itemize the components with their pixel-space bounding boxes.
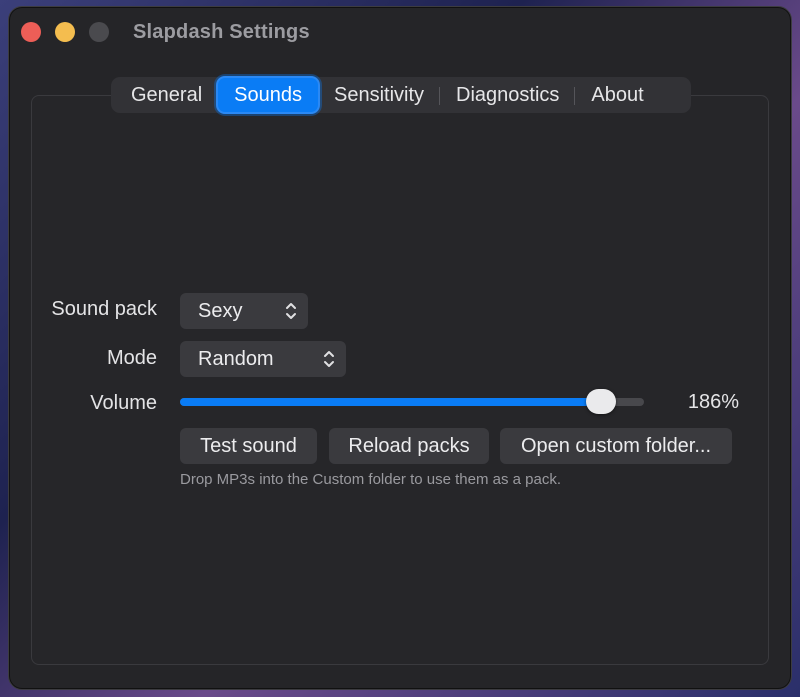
mode-label: Mode xyxy=(106,347,157,369)
mode-value: Random xyxy=(198,347,274,370)
volume-slider-knob[interactable] xyxy=(586,389,617,414)
tab-diagnostics[interactable]: Diagnostics xyxy=(440,78,576,112)
settings-panel xyxy=(31,95,769,665)
reload-packs-button[interactable]: Reload packs xyxy=(329,428,489,464)
window-title: Slapdash Settings xyxy=(133,21,310,43)
test-sound-button[interactable]: Test sound xyxy=(180,428,317,464)
hint-text: Drop MP3s into the Custom folder to use … xyxy=(180,471,562,488)
volume-slider[interactable] xyxy=(180,389,644,414)
volume-label: Volume xyxy=(90,392,157,414)
sound-pack-value: Sexy xyxy=(198,299,243,322)
chevron-up-down-icon xyxy=(286,303,296,319)
volume-slider-fill xyxy=(180,398,602,406)
tab-bar: General Sounds Sensitivity Diagnostics A… xyxy=(111,77,691,113)
mode-select[interactable]: Random xyxy=(180,341,346,377)
tab-sounds[interactable]: Sounds xyxy=(218,78,318,112)
chevron-up-down-icon xyxy=(324,351,334,367)
open-custom-folder-button[interactable]: Open custom folder... xyxy=(500,428,732,464)
settings-window: Slapdash Settings General Sounds Sensiti… xyxy=(8,6,792,690)
close-icon[interactable] xyxy=(21,22,41,42)
minimize-icon[interactable] xyxy=(55,22,75,42)
volume-value: 186% xyxy=(687,391,739,413)
sound-pack-label: Sound pack xyxy=(51,298,157,320)
tab-about[interactable]: About xyxy=(575,78,659,112)
zoom-icon[interactable] xyxy=(89,22,109,42)
tab-general[interactable]: General xyxy=(115,78,219,112)
tab-sensitivity[interactable]: Sensitivity xyxy=(318,78,441,112)
sound-pack-select[interactable]: Sexy xyxy=(180,293,308,329)
